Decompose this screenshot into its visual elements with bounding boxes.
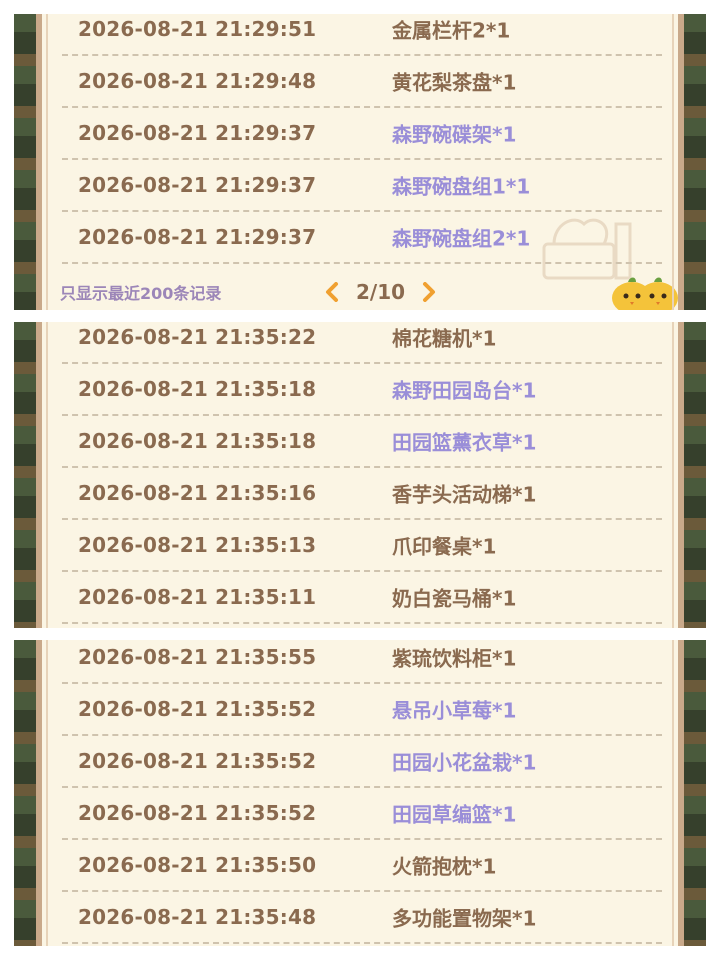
list-item: 2026-08-21 21:35:48 多功能置物架*1 (62, 892, 662, 944)
record-time: 2026-08-21 21:35:55 (78, 645, 317, 669)
record-item: 悬吊小草莓*1 (392, 698, 517, 723)
list-item: 2026-08-21 21:35:52 田园草编篮*1 (62, 788, 662, 840)
record-time: 2026-08-21 21:35:18 (78, 429, 317, 453)
pagination: 2/10 (324, 280, 437, 304)
list-item: 2026-08-21 21:35:18 森野田园岛台*1 (62, 364, 662, 416)
history-panel-1: 2026-08-21 21:29:51 金属栏杆2*1 2026-08-21 2… (14, 14, 706, 310)
chevron-right-icon[interactable] (421, 282, 437, 302)
record-item: 森野田园岛台*1 (392, 378, 537, 403)
record-item: 多功能置物架*1 (392, 906, 537, 931)
record-item: 紫琉饮料柜*1 (392, 646, 517, 671)
record-item: 田园小花盆栽*1 (392, 750, 537, 775)
list-item: 2026-08-21 21:29:48 黄花梨茶盘*1 (62, 56, 662, 108)
record-item: 金属栏杆2*1 (392, 18, 511, 43)
history-panel-2: 2026-08-21 21:35:22 棉花糖机*1 2026-08-21 21… (14, 322, 706, 628)
record-time: 2026-08-21 21:29:51 (78, 17, 317, 41)
record-item: 田园篮薰衣草*1 (392, 430, 537, 455)
list-item: 2026-08-21 21:35:55 紫琉饮料柜*1 (62, 640, 662, 684)
list-item: 2026-08-21 21:35:16 香芋头活动梯*1 (62, 468, 662, 520)
record-time: 2026-08-21 21:29:37 (78, 173, 317, 197)
list-item: 2026-08-21 21:29:37 森野碗碟架*1 (62, 108, 662, 160)
record-list[interactable]: 2026-08-21 21:35:22 棉花糖机*1 2026-08-21 21… (36, 322, 684, 628)
history-panel-3: 2026-08-21 21:35:55 紫琉饮料柜*1 2026-08-21 2… (14, 640, 706, 946)
record-item: 香芋头活动梯*1 (392, 482, 537, 507)
record-time: 2026-08-21 21:29:37 (78, 225, 317, 249)
record-item: 黄花梨茶盘*1 (392, 70, 517, 95)
record-time: 2026-08-21 21:35:52 (78, 697, 317, 721)
record-item: 奶白瓷马桶*1 (392, 586, 517, 611)
record-time: 2026-08-21 21:35:18 (78, 377, 317, 401)
record-item: 森野碗盘组1*1 (392, 174, 531, 199)
record-item: 火箭抱枕*1 (392, 854, 497, 879)
record-item: 森野碗盘组2*1 (392, 226, 531, 251)
record-item: 爪印餐桌*1 (392, 534, 497, 559)
record-time: 2026-08-21 21:35:52 (78, 749, 317, 773)
record-time: 2026-08-21 21:29:48 (78, 69, 317, 93)
record-time: 2026-08-21 21:35:52 (78, 801, 317, 825)
list-item: 2026-08-21 21:29:37 森野碗盘组2*1 (62, 212, 662, 264)
record-time: 2026-08-21 21:35:22 (78, 325, 317, 349)
list-item: 2026-08-21 21:35:22 棉花糖机*1 (62, 322, 662, 364)
record-time: 2026-08-21 21:35:11 (78, 585, 317, 609)
record-list[interactable]: 2026-08-21 21:35:55 紫琉饮料柜*1 2026-08-21 2… (36, 640, 684, 946)
list-item: 2026-08-21 21:29:51 金属栏杆2*1 (62, 14, 662, 56)
record-time: 2026-08-21 21:35:16 (78, 481, 317, 505)
record-time: 2026-08-21 21:29:37 (78, 121, 317, 145)
list-item: 2026-08-21 21:35:13 爪印餐桌*1 (62, 520, 662, 572)
list-item: 2026-08-21 21:35:50 火箭抱枕*1 (62, 840, 662, 892)
record-item: 棉花糖机*1 (392, 326, 497, 351)
list-item: 2026-08-21 21:35:11 奶白瓷马桶*1 (62, 572, 662, 624)
record-limit-note: 只显示最近200条记录 (60, 284, 222, 303)
record-item: 森野碗碟架*1 (392, 122, 517, 147)
record-item: 田园草编篮*1 (392, 802, 517, 827)
record-list[interactable]: 2026-08-21 21:29:51 金属栏杆2*1 2026-08-21 2… (36, 14, 684, 310)
record-time: 2026-08-21 21:35:48 (78, 905, 317, 929)
chick-mascot-icon (612, 277, 678, 310)
record-time: 2026-08-21 21:35:50 (78, 853, 317, 877)
list-item: 2026-08-21 21:35:52 悬吊小草莓*1 (62, 684, 662, 736)
page-indicator: 2/10 (356, 280, 406, 304)
list-item: 2026-08-21 21:35:52 田园小花盆栽*1 (62, 736, 662, 788)
record-time: 2026-08-21 21:35:13 (78, 533, 317, 557)
list-item: 2026-08-21 21:35:18 田园篮薰衣草*1 (62, 416, 662, 468)
chevron-left-icon[interactable] (324, 282, 340, 302)
list-item: 2026-08-21 21:29:37 森野碗盘组1*1 (62, 160, 662, 212)
